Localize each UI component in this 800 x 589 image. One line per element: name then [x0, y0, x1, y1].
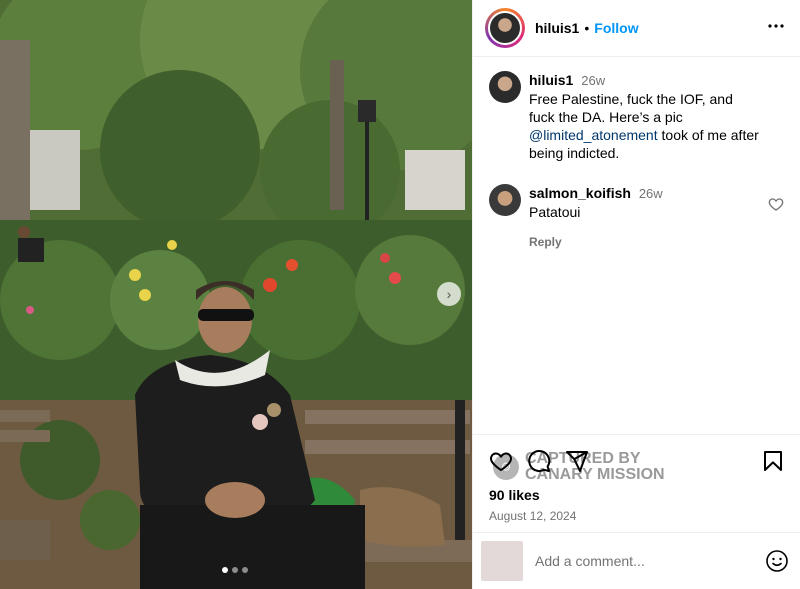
author-avatar[interactable] [485, 8, 525, 48]
comments-list: hiluis1 26w Free Palestine, fuck the IOF… [473, 57, 800, 483]
post-sidebar: hiluis1 • Follow hiluis1 26w Free Palest… [472, 0, 800, 589]
comment-username[interactable]: hiluis1 [529, 72, 573, 88]
avatar[interactable] [489, 184, 521, 216]
caption: hiluis1 26w Free Palestine, fuck the IOF… [489, 71, 784, 162]
photo-scene [0, 0, 472, 589]
comment-icon[interactable] [527, 449, 551, 473]
next-slide-button[interactable]: › [437, 282, 461, 306]
comment-time[interactable]: 26w [639, 186, 663, 201]
avatar[interactable] [489, 71, 521, 103]
comment-input[interactable] [535, 553, 765, 569]
likes-count[interactable]: 90 likes [489, 487, 785, 503]
heart-icon[interactable] [489, 449, 513, 473]
more-options-icon[interactable] [764, 14, 788, 43]
mention-link[interactable]: @limited_atonement [529, 127, 658, 143]
follow-button[interactable]: Follow [594, 20, 638, 36]
post-date[interactable]: August 12, 2024 [489, 509, 785, 523]
reply-button[interactable]: Reply [529, 233, 762, 251]
carousel-dots [222, 567, 248, 573]
comment-username[interactable]: salmon_koifish [529, 185, 631, 201]
avatar [481, 541, 523, 581]
comment-text: Patatoui [529, 204, 581, 220]
post-actions: 90 likes August 12, 2024 [473, 434, 800, 523]
comment-time[interactable]: 26w [581, 73, 605, 88]
author-username[interactable]: hiluis1 [535, 20, 579, 36]
share-icon[interactable] [565, 449, 589, 473]
avatar [488, 11, 522, 45]
chevron-right-icon: › [446, 286, 452, 302]
carousel-dot [222, 567, 228, 573]
add-comment-bar [473, 532, 800, 589]
header-separator: • [584, 20, 590, 36]
carousel-dot [242, 567, 248, 573]
post-header: hiluis1 • Follow [473, 0, 800, 57]
bookmark-icon[interactable] [761, 449, 785, 473]
heart-icon[interactable] [768, 196, 784, 215]
emoji-icon[interactable] [765, 549, 789, 573]
post-photo[interactable]: › [0, 0, 472, 589]
comment-text: Free Palestine, fuck the IOF, and fuck t… [529, 91, 733, 125]
carousel-dot [232, 567, 238, 573]
list-item: salmon_koifish 26w Patatoui Reply [489, 184, 784, 251]
